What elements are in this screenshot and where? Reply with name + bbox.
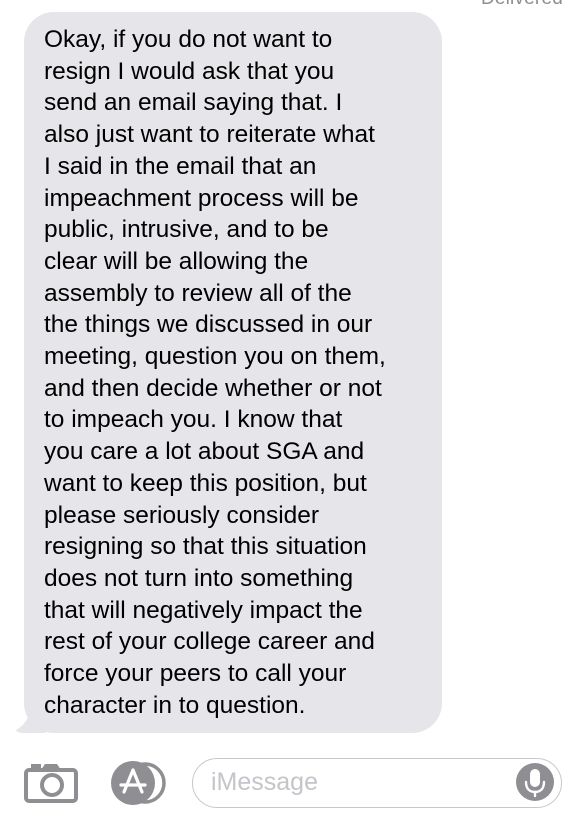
app-store-button[interactable]: [107, 760, 167, 806]
imessage-input[interactable]: [211, 759, 501, 806]
camera-icon: [24, 764, 78, 803]
app-store-icon: [111, 761, 166, 805]
microphone-button[interactable]: [516, 763, 554, 801]
message-list: Okay, if you do not want to resign I wou…: [16, 12, 442, 734]
microphone-icon: [524, 769, 546, 798]
delivered-status: Delivered: [481, 0, 563, 10]
incoming-message-bubble[interactable]: Okay, if you do not want to resign I wou…: [24, 12, 442, 734]
imessage-field[interactable]: [192, 758, 562, 808]
message-input-bar: [0, 748, 585, 814]
camera-button[interactable]: [24, 760, 80, 804]
